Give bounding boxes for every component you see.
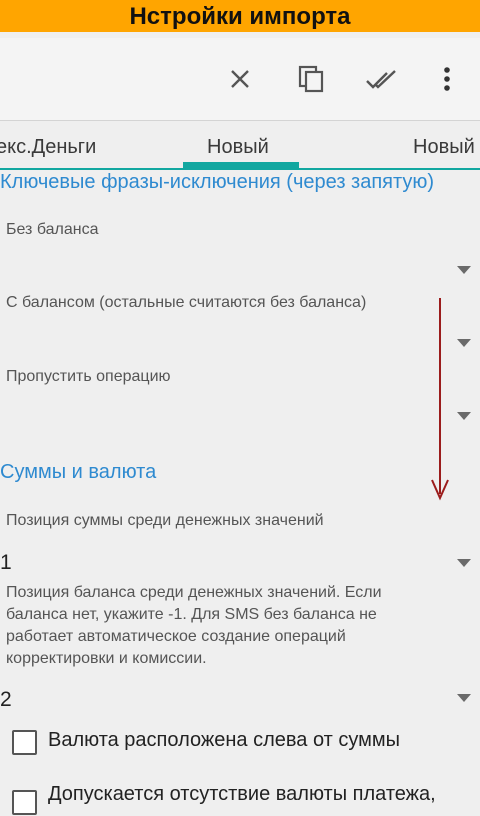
skip-operation-dropdown[interactable] <box>457 412 471 420</box>
amounts-section-title: Суммы и валюта <box>0 461 157 483</box>
done-all-icon[interactable] <box>366 64 396 94</box>
without-balance-label: Без баланса <box>6 221 99 238</box>
currency-left-checkbox[interactable] <box>12 730 37 755</box>
balance-position-description: Позиция баланса среди денежных значений.… <box>6 584 382 667</box>
without-balance-dropdown[interactable] <box>457 266 471 274</box>
close-icon[interactable] <box>225 64 255 94</box>
copy-icon[interactable] <box>296 64 326 94</box>
more-vert-icon[interactable] <box>432 64 462 94</box>
tab-new-selected[interactable]: Новый <box>207 136 269 159</box>
sum-position-dropdown[interactable] <box>457 559 471 567</box>
exclusions-section-title: Ключевые фразы-исключения (через запятую… <box>0 171 435 193</box>
scroll-down-arrow-icon <box>431 298 449 501</box>
selected-tab-indicator <box>183 162 299 168</box>
sum-position-label: Позиция суммы среди денежных значений <box>6 512 324 529</box>
missing-currency-checkbox[interactable] <box>12 790 37 815</box>
with-balance-label: С балансом (остальные считаются без бала… <box>6 294 367 311</box>
tab-new[interactable]: Новый <box>413 136 475 159</box>
with-balance-dropdown[interactable] <box>457 339 471 347</box>
currency-left-label[interactable]: Валюта расположена слева от суммы <box>48 729 400 752</box>
action-toolbar <box>0 38 480 121</box>
screen-title-banner: Нстройки импорта <box>0 0 480 32</box>
tab-yandex-money[interactable]: екс.Деньги <box>0 136 96 159</box>
skip-operation-label: Пропустить операцию <box>6 368 171 385</box>
balance-position-value[interactable]: 2 <box>0 688 12 712</box>
balance-position-dropdown[interactable] <box>457 694 471 702</box>
sum-position-value[interactable]: 1 <box>0 551 12 575</box>
missing-currency-label[interactable]: Допускается отсутствие валюты платежа, <box>48 783 436 806</box>
